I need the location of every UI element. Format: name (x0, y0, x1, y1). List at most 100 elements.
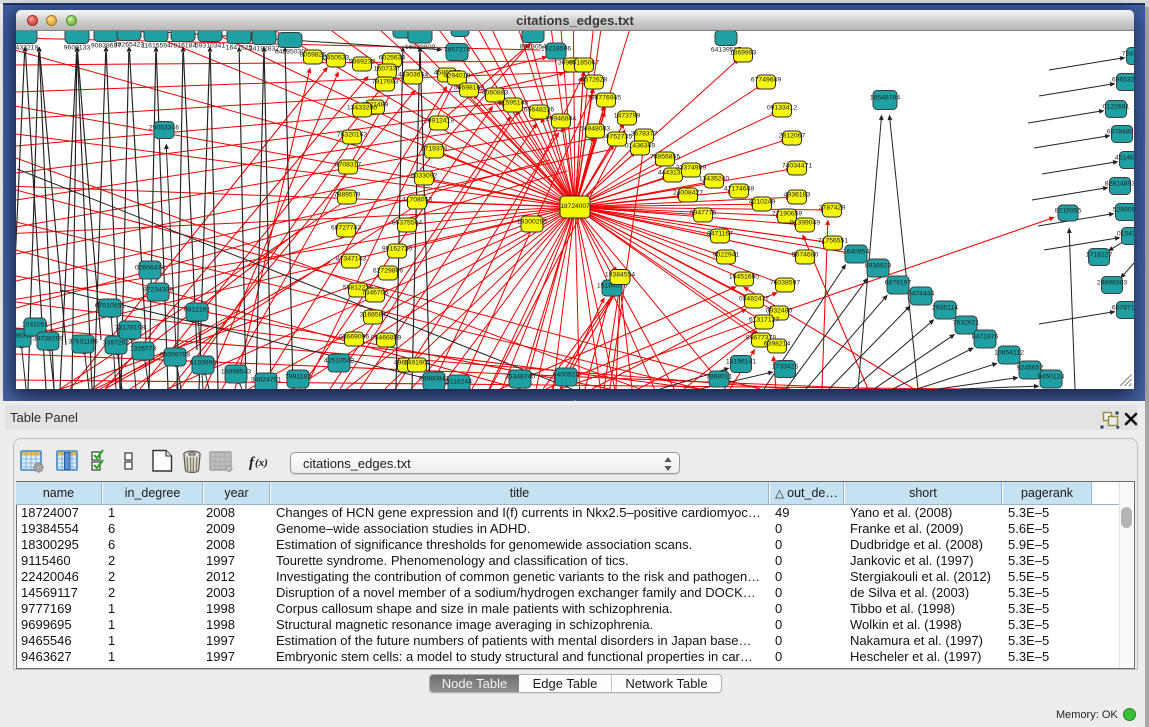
svg-text:7346706: 7346706 (362, 290, 389, 297)
svg-text:4294019: 4294019 (444, 73, 471, 80)
svg-text:3678377: 3678377 (631, 131, 658, 138)
svg-text:65787133: 65787133 (1112, 305, 1134, 312)
svg-text:5674680: 5674680 (792, 252, 819, 259)
svg-text:50752735: 50752735 (602, 134, 632, 141)
svg-text:25053346: 25053346 (149, 125, 179, 132)
svg-text:54948083: 54948083 (580, 126, 610, 133)
svg-text:41708053: 41708053 (402, 197, 432, 204)
svg-text:29912419: 29912419 (424, 118, 454, 125)
svg-text:29946804: 29946804 (546, 116, 576, 123)
svg-text:34624751: 34624751 (251, 377, 281, 384)
svg-text:6572628: 6572628 (581, 77, 608, 84)
svg-text:40265423: 40265423 (114, 42, 144, 49)
svg-text:13435240: 13435240 (699, 176, 729, 183)
svg-text:55698169: 55698169 (454, 85, 484, 92)
svg-text:1473799: 1473799 (614, 113, 641, 120)
svg-text:16998543: 16998543 (221, 369, 251, 376)
svg-text:6400524: 6400524 (553, 372, 580, 379)
svg-text:9600133: 9600133 (64, 45, 91, 52)
svg-text:1869993: 1869993 (730, 50, 757, 57)
svg-text:03669096: 03669096 (339, 334, 369, 341)
svg-text:11615594: 11615594 (141, 43, 171, 50)
svg-text:8215955: 8215955 (1055, 208, 1082, 215)
svg-text:19218506: 19218506 (541, 46, 571, 53)
svg-text:(x): (x) (255, 457, 268, 469)
svg-text:14196141: 14196141 (726, 359, 756, 366)
svg-text:65648236: 65648236 (524, 107, 554, 114)
svg-text:90162720: 90162720 (382, 246, 412, 253)
svg-text:76320163: 76320163 (337, 132, 367, 139)
svg-text:84980841: 84980841 (419, 376, 449, 383)
svg-text:71756551: 71756551 (818, 238, 848, 245)
svg-text:4118244: 4118244 (446, 379, 472, 386)
svg-text:10654112: 10654112 (994, 350, 1024, 357)
svg-text:78856855: 78856855 (650, 154, 680, 161)
svg-text:1640954: 1640954 (843, 249, 870, 256)
svg-text:74034471: 74034471 (782, 163, 812, 170)
svg-text:9474444: 9474444 (908, 291, 935, 298)
svg-text:16033809: 16033809 (405, 44, 435, 51)
svg-text:98776945: 98776945 (591, 95, 621, 102)
svg-text:9245652: 9245652 (1017, 365, 1044, 372)
svg-text:09133412: 09133412 (767, 105, 797, 112)
svg-text:18300295: 18300295 (517, 219, 547, 226)
svg-text:16548784: 16548784 (870, 95, 900, 102)
svg-text:34738299: 34738299 (33, 336, 63, 343)
svg-text:4210249: 4210249 (749, 199, 776, 206)
svg-text:69653287: 69653287 (1112, 77, 1134, 84)
svg-text:1733426: 1733426 (772, 364, 799, 371)
svg-text:68727743: 68727743 (331, 225, 361, 232)
svg-text:5869232: 5869232 (349, 59, 376, 66)
svg-text:62729806: 62729806 (373, 268, 403, 275)
svg-text:2935114: 2935114 (932, 305, 958, 312)
svg-text:02606474: 02606474 (135, 265, 165, 272)
svg-text:1031051: 1031051 (22, 322, 49, 329)
svg-text:7868011: 7868011 (706, 374, 732, 381)
svg-text:1718227: 1718227 (1086, 252, 1113, 259)
svg-text:8938923: 8938923 (865, 263, 892, 270)
svg-text:15451680: 15451680 (729, 274, 759, 281)
svg-text:2812067: 2812067 (779, 133, 806, 140)
svg-text:87234309: 87234309 (143, 287, 173, 294)
svg-text:61595148: 61595148 (498, 100, 528, 107)
svg-text:9022941: 9022941 (713, 252, 740, 259)
svg-text:1607337: 1607337 (374, 66, 401, 73)
svg-text:0122691: 0122691 (1103, 104, 1130, 111)
svg-text:05466889: 05466889 (371, 335, 401, 342)
svg-text:24008427: 24008427 (673, 190, 703, 197)
svg-text:0812191: 0812191 (184, 307, 211, 314)
svg-text:73178108: 73178108 (115, 325, 145, 332)
svg-text:47174648: 47174648 (724, 186, 754, 193)
svg-text:61317127: 61317127 (749, 317, 779, 324)
svg-text:5288095: 5288095 (1113, 207, 1134, 214)
svg-text:7632621: 7632621 (953, 320, 980, 327)
svg-text:1491905: 1491905 (404, 360, 431, 367)
svg-text:4060883: 4060883 (482, 90, 509, 97)
svg-text:01436349: 01436349 (625, 143, 655, 150)
svg-text:01543039: 01543039 (1117, 231, 1134, 238)
svg-text:72423884: 72423884 (1122, 51, 1134, 58)
svg-text:0033092: 0033092 (411, 173, 438, 180)
svg-text:1326773: 1326773 (130, 346, 157, 353)
svg-text:7991183: 7991183 (285, 374, 311, 381)
svg-text:3166587: 3166587 (360, 312, 387, 319)
svg-text:0433218: 0433218 (16, 45, 38, 52)
svg-text:7917693: 7917693 (372, 79, 399, 86)
svg-text:6193990: 6193990 (190, 360, 217, 367)
svg-text:05009788: 05009788 (160, 352, 190, 359)
svg-text:7857274: 7857274 (444, 47, 471, 54)
svg-text:2719374: 2719374 (421, 146, 448, 153)
svg-text:24896383: 24896383 (1097, 280, 1127, 287)
svg-text:67749649: 67749649 (751, 77, 781, 84)
svg-text:6398214: 6398214 (764, 341, 791, 348)
svg-text:42513542: 42513542 (324, 358, 354, 365)
svg-text:76038597: 76038597 (770, 280, 800, 287)
svg-text:0932480: 0932480 (766, 308, 793, 315)
svg-text:7816184: 7816184 (170, 43, 197, 50)
svg-text:19384554: 19384554 (605, 272, 635, 279)
svg-text:87347143: 87347143 (336, 256, 366, 263)
svg-text:65185067: 65185067 (569, 60, 599, 67)
svg-text:13433200: 13433200 (347, 105, 377, 112)
svg-text:77190659: 77190659 (772, 211, 802, 218)
svg-text:6025634: 6025634 (379, 55, 406, 62)
